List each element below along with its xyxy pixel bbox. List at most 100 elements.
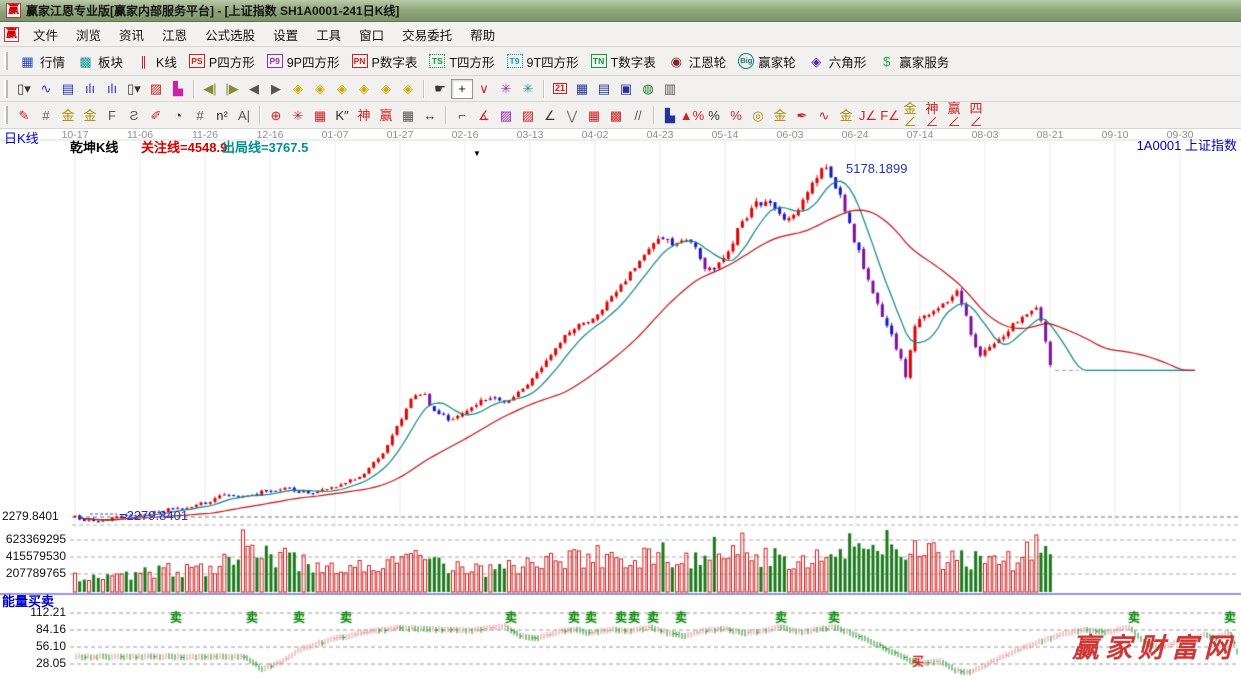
pen-tool-icon[interactable]: ✎ [13, 105, 35, 125]
plain-ruler-icon[interactable]: # [189, 105, 211, 125]
zigzag-tool-icon[interactable]: ∿ [35, 79, 57, 99]
teal-pattern-button[interactable]: ✳ [517, 79, 539, 99]
diamond-shrink-button[interactable]: ◈ [353, 79, 375, 99]
calculator-button[interactable]: ▦ [571, 79, 593, 99]
diamond-right-button[interactable]: ◈ [309, 79, 331, 99]
winner-wheel-button[interactable]: Big赢家轮 [732, 50, 802, 73]
v-dotted-icon[interactable]: ⋁ [561, 105, 583, 125]
menu-item[interactable]: 公式选股 [196, 22, 264, 47]
menu-item[interactable]: 浏览 [67, 22, 110, 47]
diamond-expand-button[interactable]: ◈ [331, 79, 353, 99]
gann-fan-icon[interactable]: ∡ [473, 105, 495, 125]
menu-item[interactable]: 帮助 [461, 22, 504, 47]
sectors-button[interactable]: ▩板块 [71, 50, 129, 73]
crosshair-tool-button[interactable]: + [451, 79, 473, 99]
shen-ruler-icon[interactable]: 神 [353, 105, 375, 125]
bars-3-period-icon[interactable]: ılı [79, 79, 101, 99]
color-histogram-icon[interactable]: ▙ [167, 79, 189, 99]
wave-box-icon[interactable]: ∿ [813, 105, 835, 125]
menu-item[interactable]: 工具 [307, 22, 350, 47]
hexagon-button[interactable]: ◈六角形 [802, 50, 873, 73]
p-square-button[interactable]: PSP四方形 [183, 50, 261, 73]
menu-item[interactable]: 交易委托 [393, 22, 461, 47]
calendar-button[interactable]: 21 [549, 79, 571, 99]
toolbar-grip[interactable] [4, 106, 8, 124]
gold-ruler2-icon[interactable]: 金 [79, 105, 101, 125]
target-circle-icon[interactable]: ⊕ [265, 105, 287, 125]
web-export-button[interactable]: ◍ [637, 79, 659, 99]
menu-item[interactable]: 窗口 [350, 22, 393, 47]
candle-dropdown[interactable]: ▯▾ [123, 79, 145, 99]
mirror-tool-icon[interactable]: A| [233, 105, 255, 125]
angle-measure-button[interactable]: ∨ [473, 79, 495, 99]
title-bar[interactable]: 赢 赢家江恩专业版[赢家内部服务平台] - [上证指数 SH1A0001-241… [0, 0, 1241, 22]
quotes-button[interactable]: ▦行情 [13, 50, 71, 73]
kline-button[interactable]: ∥K线 [129, 50, 183, 73]
signal-marker-icon[interactable]: ✒ [791, 105, 813, 125]
menu-item[interactable]: 文件 [24, 22, 67, 47]
step-back-button[interactable]: ◀ [243, 79, 265, 99]
j-angle-line-icon[interactable]: J∠ [857, 105, 879, 125]
diamond-cross-button[interactable]: ◈ [375, 79, 397, 99]
step-forward-button[interactable]: ▶ [265, 79, 287, 99]
winner-service-button[interactable]: $赢家服务 [872, 50, 955, 73]
menu-item[interactable]: 设置 [264, 22, 307, 47]
gold-circle-line-icon[interactable]: ◎ [747, 105, 769, 125]
go-last-button[interactable]: |▶ [221, 79, 243, 99]
price-volume-indicator-canvas[interactable] [0, 129, 1241, 679]
hatch-lines-icon[interactable]: // [627, 105, 649, 125]
save-button[interactable]: ▣ [615, 79, 637, 99]
gold-double-line-icon[interactable]: 金 [835, 105, 857, 125]
nine-t-square-button[interactable]: T99T四方形 [501, 50, 585, 73]
red-kline-box-icon[interactable]: ▨ [145, 79, 167, 99]
trend-angle-icon[interactable]: ∠ [539, 105, 561, 125]
diamond-move-button[interactable]: ◈ [397, 79, 419, 99]
gold-line-icon[interactable]: 金 [769, 105, 791, 125]
p-number-table-button[interactable]: PNP数字表 [346, 50, 424, 73]
corner-grid-icon[interactable]: ▩ [605, 105, 627, 125]
corner-tool-icon[interactable]: ⌐ [451, 105, 473, 125]
toolbar-grip[interactable] [4, 80, 8, 98]
star-burst-icon[interactable]: ✳ [287, 105, 309, 125]
width-arrows-icon[interactable]: ↔ [419, 105, 441, 125]
price-ladder-icon[interactable]: ▙ [659, 105, 681, 125]
toolbar-grip[interactable] [4, 52, 8, 70]
k-quote-icon[interactable]: K″ [331, 105, 353, 125]
f-ruler-icon[interactable]: F [101, 105, 123, 125]
gann-wheel-button[interactable]: ◉江恩轮 [662, 50, 733, 73]
fan-box-purple-icon[interactable]: ▨ [495, 105, 517, 125]
win-angle-line-icon[interactable]: 赢∠ [945, 105, 967, 125]
percent-icon[interactable]: % [703, 105, 725, 125]
shen-angle-line-icon[interactable]: 神∠ [923, 105, 945, 125]
four-angle-line-icon[interactable]: 四∠ [967, 105, 989, 125]
hand-tool-button[interactable]: ☛ [429, 79, 451, 99]
diamond-left-button[interactable]: ◈ [287, 79, 309, 99]
menu-item[interactable]: 资讯 [110, 22, 153, 47]
percent-triangle-icon[interactable]: ▲% [681, 105, 703, 125]
purple-pattern-button[interactable]: ✳ [495, 79, 517, 99]
go-first-button[interactable]: ◀| [199, 79, 221, 99]
nine-p-square-button[interactable]: P99P四方形 [261, 50, 346, 73]
menu-item[interactable]: 江恩 [153, 22, 196, 47]
f-angle-line-icon[interactable]: F∠ [879, 105, 901, 125]
fan-box-red-icon[interactable]: ▨ [517, 105, 539, 125]
win-ruler-icon[interactable]: 赢 [375, 105, 397, 125]
t-number-table-button[interactable]: TNT数字表 [585, 50, 662, 73]
gold-angle-line-icon[interactable]: 金∠ [901, 105, 923, 125]
dense-grid-icon[interactable]: ▦ [583, 105, 605, 125]
info-panel-icon[interactable]: ▤ [57, 79, 79, 99]
gold-ruler-icon[interactable]: 金 [57, 105, 79, 125]
kline-style-dropdown[interactable]: ▯▾ [13, 79, 35, 99]
grid-123-icon[interactable]: ▦ [397, 105, 419, 125]
bars-9-period-icon[interactable]: ılı [101, 79, 123, 99]
gann-ruler-icon[interactable]: # [35, 105, 57, 125]
n2-ruler-icon[interactable]: n² [211, 105, 233, 125]
t-square-button[interactable]: TST四方形 [423, 50, 500, 73]
percent-line-icon[interactable]: % [725, 105, 747, 125]
red-grid-icon[interactable]: ▦ [309, 105, 331, 125]
pen-ruler-icon[interactable]: ✐ [145, 105, 167, 125]
time-cycle-icon[interactable]: ◔ [167, 105, 189, 125]
notes-button[interactable]: ▤ [593, 79, 615, 99]
remote-pc-button[interactable]: ▥ [659, 79, 681, 99]
s-ruler-icon[interactable]: Ƨ [123, 105, 145, 125]
